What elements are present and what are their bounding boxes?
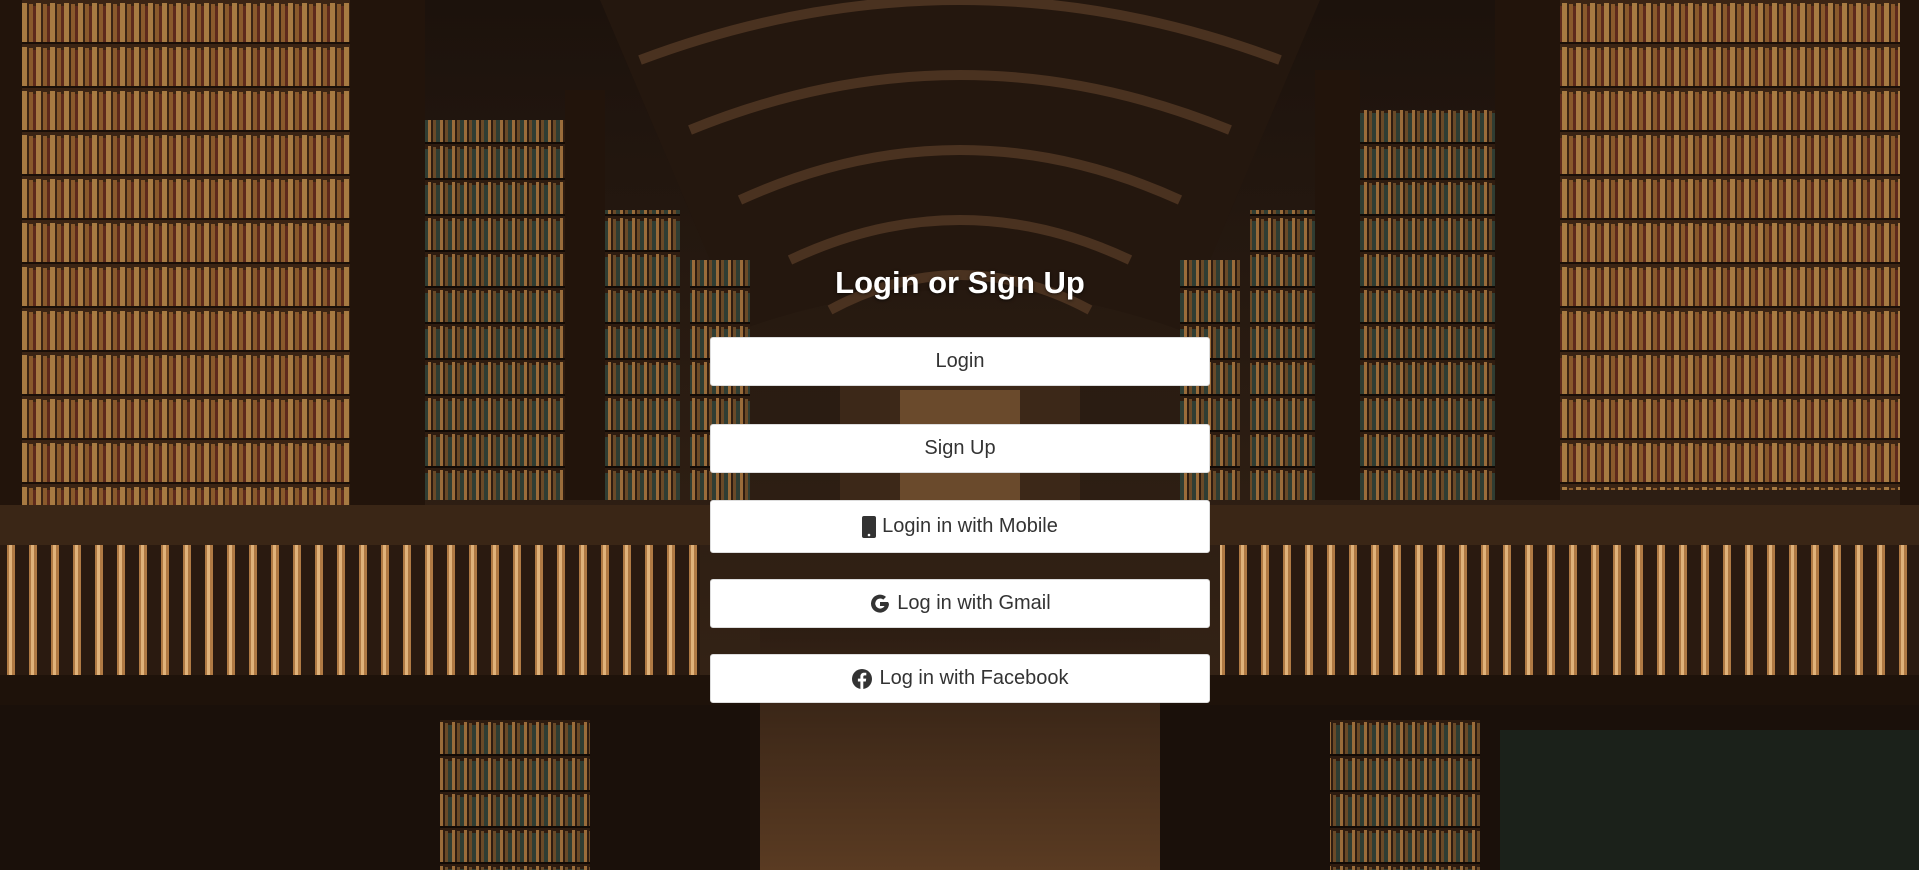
facebook-icon [851, 668, 873, 690]
login-mobile-button-label: Login in with Mobile [882, 515, 1058, 537]
page-title: Login or Sign Up [835, 265, 1085, 300]
login-gmail-button-label: Log in with Gmail [897, 592, 1051, 614]
login-facebook-button-label: Log in with Facebook [879, 667, 1069, 689]
login-facebook-button[interactable]: Log in with Facebook [710, 654, 1210, 703]
signup-button[interactable]: Sign Up [710, 424, 1210, 473]
mobile-phone-icon [862, 515, 877, 538]
login-mobile-button[interactable]: Login in with Mobile [710, 500, 1210, 553]
login-button-label: Login [935, 350, 985, 372]
login-panel: Login or Sign Up Login Sign Up Login in … [710, 258, 1210, 703]
login-button[interactable]: Login [710, 337, 1210, 386]
signup-button-label: Sign Up [924, 437, 996, 459]
login-gmail-button[interactable]: Log in with Gmail [710, 579, 1210, 628]
google-icon [869, 593, 891, 615]
